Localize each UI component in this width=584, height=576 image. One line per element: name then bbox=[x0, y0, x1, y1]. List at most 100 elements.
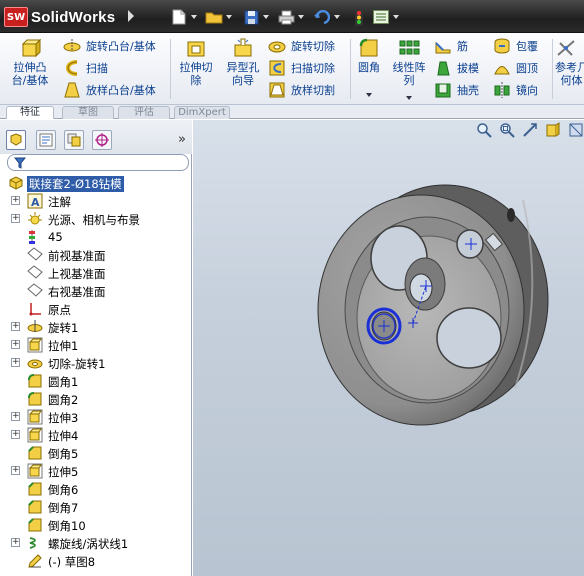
save-button[interactable] bbox=[242, 6, 269, 28]
draft-icon bbox=[434, 59, 452, 77]
tree-item-label: 光源、相机与布景 bbox=[48, 213, 140, 227]
tree-item-label: 倒角7 bbox=[48, 501, 79, 515]
extrude-cut-label: 拉伸切 除 bbox=[179, 61, 213, 87]
target-crosshair-icon bbox=[95, 133, 109, 147]
expand-plus-icon[interactable]: + bbox=[11, 340, 20, 349]
loft-cut-button[interactable]: 放样切割 bbox=[268, 80, 335, 100]
tree-item[interactable]: 倒角10 bbox=[0, 516, 191, 534]
panel-expand-icon[interactable]: » bbox=[178, 132, 186, 147]
fillet-icon bbox=[27, 391, 43, 407]
shell-button[interactable]: 抽壳 bbox=[434, 80, 479, 100]
rebuild-button[interactable] bbox=[350, 6, 368, 28]
tree-item[interactable]: 倒角6 bbox=[0, 480, 191, 498]
fillet-button[interactable]: 圆角 bbox=[353, 37, 385, 74]
app-logo[interactable]: SW SolidWorks bbox=[4, 6, 115, 28]
wrap-button[interactable]: 包覆 bbox=[493, 36, 538, 56]
property-manager-tab[interactable] bbox=[36, 130, 56, 150]
open-button[interactable] bbox=[205, 6, 232, 28]
tree-item[interactable]: (-) 草图8 bbox=[0, 552, 191, 570]
dome-button[interactable]: 圆顶 bbox=[493, 58, 538, 78]
tree-item[interactable]: + 光源、相机与布景 bbox=[0, 210, 191, 228]
tree-item[interactable]: 圆角2 bbox=[0, 390, 191, 408]
chevron-down-icon[interactable] bbox=[406, 96, 412, 100]
expand-plus-icon[interactable]: + bbox=[11, 322, 20, 331]
tree-item[interactable]: 上视基准面 bbox=[0, 264, 191, 282]
brand-name: SolidWorks bbox=[31, 8, 116, 26]
expand-plus-icon[interactable]: + bbox=[11, 214, 20, 223]
expand-plus-icon[interactable]: + bbox=[11, 358, 20, 367]
tab-evaluate[interactable]: 评估 bbox=[118, 106, 170, 119]
sweep-boss-button[interactable]: 扫描 bbox=[63, 58, 108, 78]
feature-tree-tab[interactable] bbox=[6, 130, 26, 150]
draft-button[interactable]: 拔模 bbox=[434, 58, 479, 78]
tree-item[interactable]: + 拉伸3 bbox=[0, 408, 191, 426]
revolve-boss-icon bbox=[63, 37, 81, 55]
mirror-button[interactable]: 镜向 bbox=[493, 80, 538, 100]
extrude-boss-button[interactable]: 拉伸凸 台/基体 bbox=[10, 37, 50, 87]
print-button[interactable] bbox=[277, 6, 304, 28]
revolve-cut-label: 旋转切除 bbox=[291, 40, 335, 53]
chevron-down-icon[interactable] bbox=[226, 15, 232, 19]
tab-dimxpert[interactable]: DimXpert bbox=[174, 106, 230, 119]
revolve-cut-button[interactable]: 旋转切除 bbox=[268, 36, 335, 56]
extrude-cut-button[interactable]: 拉伸切 除 bbox=[176, 37, 216, 87]
expand-plus-icon[interactable]: + bbox=[11, 430, 20, 439]
revolve-boss-label: 旋转凸台/基体 bbox=[86, 40, 156, 53]
loft-boss-button[interactable]: 放样凸台/基体 bbox=[63, 80, 156, 100]
chevron-down-icon[interactable] bbox=[366, 93, 372, 97]
chamfer-icon bbox=[27, 481, 43, 497]
expand-plus-icon[interactable]: + bbox=[11, 466, 20, 475]
revolve-boss-button[interactable]: 旋转凸台/基体 bbox=[63, 36, 156, 56]
tab-sketch[interactable]: 草图 bbox=[62, 106, 114, 119]
expand-plus-icon[interactable]: + bbox=[11, 196, 20, 205]
configuration-manager-tab[interactable] bbox=[64, 130, 84, 150]
tree-item-label: 右视基准面 bbox=[48, 285, 106, 299]
reference-geometry-button[interactable]: 参考几 何体 bbox=[555, 37, 584, 87]
dome-icon bbox=[493, 59, 511, 77]
wrap-icon bbox=[493, 37, 511, 55]
extrude-cut-icon bbox=[185, 37, 207, 59]
tree-item[interactable]: 原点 bbox=[0, 300, 191, 318]
tree-item[interactable]: 右视基准面 bbox=[0, 282, 191, 300]
mirror-icon bbox=[493, 81, 511, 99]
tree-item[interactable]: 圆角1 bbox=[0, 372, 191, 390]
undo-button[interactable] bbox=[313, 6, 340, 28]
chevron-down-icon[interactable] bbox=[393, 15, 399, 19]
options-button[interactable] bbox=[372, 6, 399, 28]
chevron-down-icon[interactable] bbox=[298, 15, 304, 19]
tree-item[interactable]: + 切除-旋转1 bbox=[0, 354, 191, 372]
chevron-down-icon[interactable] bbox=[263, 15, 269, 19]
rib-label: 筋 bbox=[457, 40, 468, 53]
tree-item[interactable]: + 拉伸1 bbox=[0, 336, 191, 354]
tree-item[interactable]: 倒角7 bbox=[0, 498, 191, 516]
ribbon-separator bbox=[552, 39, 553, 99]
tab-features[interactable]: 特征 bbox=[6, 106, 54, 119]
tree-item[interactable]: + A 注解 bbox=[0, 192, 191, 210]
tree-item[interactable]: + 旋转1 bbox=[0, 318, 191, 336]
hole-wizard-button[interactable]: 异型孔 向导 bbox=[222, 37, 264, 87]
tree-item[interactable]: 前视基准面 bbox=[0, 246, 191, 264]
tree-filter-input[interactable] bbox=[7, 154, 189, 171]
tree-item[interactable]: + 拉伸4 bbox=[0, 426, 191, 444]
tree-item-label: (-) 草图8 bbox=[48, 555, 96, 569]
part-model-drum[interactable] bbox=[193, 120, 584, 576]
revolve-cut-icon bbox=[27, 355, 43, 371]
rib-button[interactable]: 筋 bbox=[434, 36, 468, 56]
sweep-cut-button[interactable]: 扫描切除 bbox=[268, 58, 335, 78]
graphics-viewport[interactable] bbox=[193, 120, 584, 576]
tree-item[interactable]: 45 bbox=[0, 228, 191, 246]
dimxpert-manager-tab[interactable] bbox=[92, 130, 112, 150]
tree-root-part[interactable]: 联接套2-Ø18钻模 bbox=[0, 174, 191, 192]
tree-item-label: 拉伸4 bbox=[48, 429, 79, 443]
chevron-down-icon[interactable] bbox=[334, 15, 340, 19]
tree-item[interactable]: + 拉伸5 bbox=[0, 462, 191, 480]
extrude-icon bbox=[27, 337, 43, 353]
tree-item[interactable]: 倒角5 bbox=[0, 444, 191, 462]
expand-plus-icon[interactable]: + bbox=[11, 412, 20, 421]
menu-expand-arrow-icon[interactable] bbox=[128, 10, 134, 22]
new-document-button[interactable] bbox=[170, 6, 197, 28]
chevron-down-icon[interactable] bbox=[191, 15, 197, 19]
tree-item[interactable]: + 螺旋线/涡状线1 bbox=[0, 534, 191, 552]
expand-plus-icon[interactable]: + bbox=[11, 538, 20, 547]
linear-pattern-button[interactable]: 线性阵 列 bbox=[389, 37, 429, 87]
